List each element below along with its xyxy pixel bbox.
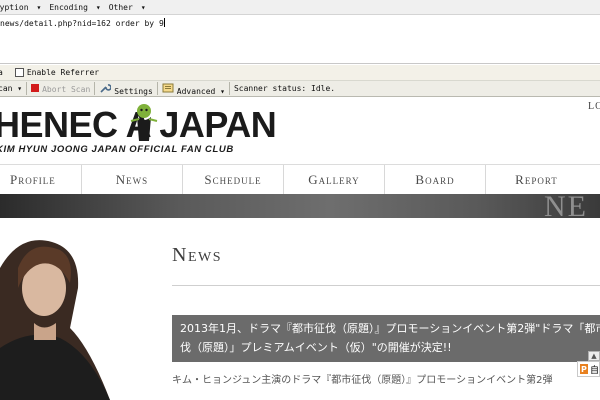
banner-text: NE [544,194,588,218]
abort-scan-button[interactable]: Abort Scan [31,83,90,94]
nav-profile[interactable]: Profile [0,165,82,195]
news-headline[interactable]: 2013年1月、ドラマ『都市征伐（原題）』プロモーションイベント第2弾"ドラマ「… [172,315,600,362]
nav-news[interactable]: News [82,165,183,195]
advanced-button[interactable]: Advanced ▾ [162,82,225,96]
options-bar: a Enable Referrer [0,65,600,80]
separator [156,82,158,95]
settings-button[interactable]: Settings [99,82,153,96]
scan-button[interactable]: can ▾ [0,84,22,93]
site-tagline: KIM HYUN JOONG JAPAN OFFICIAL FAN CLUB [0,144,234,155]
scanner-toolbar: can ▾ Abort Scan Settings Advanced ▾ Sca… [0,80,600,97]
wrench-icon [100,83,112,93]
widget-badge-label: 自 [589,365,599,376]
url-editor[interactable]: news/detail.php?nid=162 order by 9 [0,14,600,64]
login-link[interactable]: LO [588,101,600,112]
main-nav: Profile News Schedule Gallery Board Repo… [0,164,600,195]
enable-referrer-label[interactable]: Enable Referrer [27,68,99,77]
toolbar-edge-glyph: a [0,68,3,77]
menu-encryption[interactable]: cryption▾ [0,3,41,12]
logo-mascot-icon [130,104,158,141]
artist-photo [0,240,110,400]
news-body-preview: キム・ヒョンジュン主演のドラマ『都市征伐（原題）』プロモーションイベント第2弾 [172,375,553,386]
menu-other[interactable]: Other ▾ [109,3,146,12]
nav-gallery[interactable]: Gallery [284,165,385,195]
scroll-up-button[interactable]: ▲ [588,351,600,361]
separator [228,82,230,95]
scanner-status: Scanner status: Idle. [233,84,336,93]
plugin-menubar: cryption▾ Encoding▾ Other▾ [0,0,600,14]
nav-schedule[interactable]: Schedule [183,165,284,195]
section-banner: NE [0,194,600,218]
widget-badge[interactable]: P自 [577,361,600,377]
stop-icon [31,83,40,92]
nav-report[interactable]: Report [486,165,587,195]
nav-board[interactable]: Board [385,165,486,195]
web-page: HENEC A JAPAN KIM HYUN JOONG JAPAN OFFIC… [0,97,600,400]
news-headline-text[interactable]: 2013年1月、ドラマ『都市征伐（原題）』プロモーションイベント第2弾"ドラマ「… [180,319,600,357]
content-area: News 2013年1月、ドラマ『都市征伐（原題）』プロモーションイベント第2弾… [0,218,600,400]
url-editor-text[interactable]: news/detail.php?nid=162 order by 9 [0,19,164,28]
page-title: News [172,244,222,266]
enable-referrer-checkbox[interactable] [14,68,24,77]
separator [26,82,28,95]
divider [172,285,600,286]
menu-encoding[interactable]: Encoding ▾ [49,3,100,12]
advanced-icon [162,83,174,92]
p-icon: P [580,364,588,374]
text-caret [163,18,165,27]
separator [94,82,96,95]
